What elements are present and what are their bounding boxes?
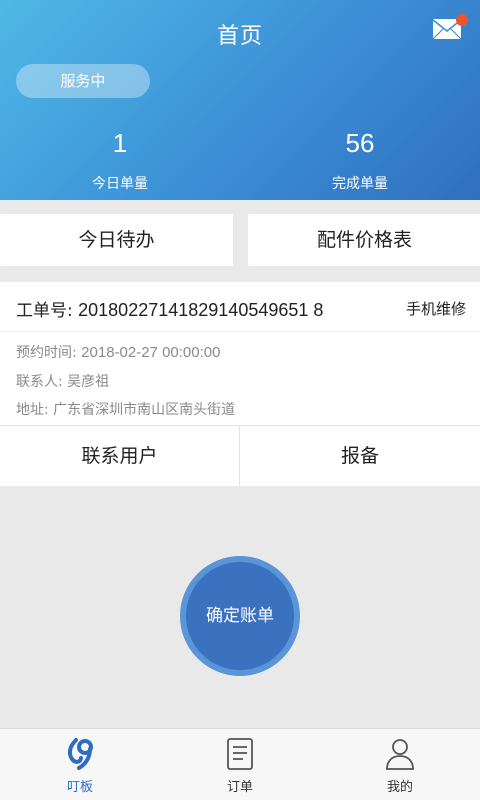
order-number: 工单号: 20180227141829140549651 8	[16, 296, 323, 321]
completed-orders-value: 56	[345, 128, 375, 158]
appointment-time-value: 2018-02-27 00:00:00	[81, 344, 221, 361]
contact-value: 吴彦祖	[67, 374, 110, 390]
order-number-label: 工单号:	[16, 301, 73, 321]
contact-row: 联系人: 吴彦祖	[16, 371, 109, 391]
notification-badge	[456, 14, 468, 26]
completed-orders-stat[interactable]: 56 完成单量	[240, 128, 480, 193]
tab-orders[interactable]: 订单	[160, 729, 320, 800]
today-orders-stat[interactable]: 1 今日单量	[0, 128, 240, 193]
appointment-time-row: 预约时间: 2018-02-27 00:00:00	[16, 342, 220, 362]
page-title: 首页	[216, 24, 263, 49]
today-orders-value: 1	[112, 128, 128, 158]
dingban-icon	[67, 738, 93, 770]
tab-mine-label: 我的	[386, 780, 413, 795]
order-doc-icon	[227, 738, 253, 770]
order-number-value: 20180227141829140549651 8	[78, 300, 324, 320]
order-card-actions: 联系用户 报备	[0, 425, 480, 486]
user-icon	[386, 739, 414, 770]
contact-user-button[interactable]: 联系用户	[0, 426, 240, 486]
order-card-header: 工单号: 20180227141829140549651 8 手机维修	[0, 282, 480, 332]
parts-price-list-button[interactable]: 配件价格表	[248, 214, 480, 266]
tab-mine[interactable]: 我的	[320, 729, 480, 800]
completed-orders-label: 完成单量	[332, 176, 388, 192]
tab-orders-label: 订单	[226, 780, 253, 795]
confirm-bill-ring[interactable]: 确定账单	[180, 556, 300, 676]
mail-button[interactable]	[432, 14, 468, 44]
address-label: 地址:	[16, 402, 49, 418]
header-banner: 首页 服务中 1 今日单量 56 完成单量	[0, 0, 480, 200]
tab-dingban-label: 叮板	[66, 780, 93, 795]
today-todo-button[interactable]: 今日待办	[0, 214, 233, 266]
address-row: 地址: 广东省深圳市南山区南头街道	[16, 399, 235, 419]
contact-label: 联系人:	[16, 374, 63, 390]
tab-dingban[interactable]: 叮板	[0, 729, 160, 800]
order-card[interactable]: 工单号: 20180227141829140549651 8 手机维修 预约时间…	[0, 282, 480, 486]
service-status-toggle[interactable]: 服务中	[16, 64, 150, 98]
order-type: 手机维修	[405, 300, 466, 318]
confirm-bill-button[interactable]: 确定账单	[186, 562, 294, 670]
today-orders-label: 今日单量	[92, 176, 148, 192]
address-value: 广东省深圳市南山区南头街道	[53, 402, 236, 418]
bottom-tab-bar: 叮板 订单 我的	[0, 728, 480, 800]
appointment-time-label: 预约时间:	[16, 345, 77, 361]
report-button[interactable]: 报备	[240, 426, 480, 486]
